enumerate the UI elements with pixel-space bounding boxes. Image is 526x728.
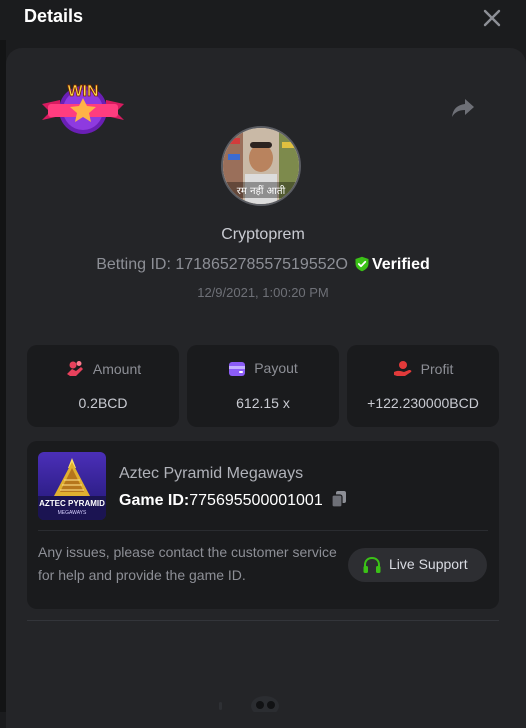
live-support-button[interactable]: Live Support	[348, 548, 487, 582]
betting-id[interactable]: Betting ID: 171865278557519552O	[96, 256, 348, 273]
verified-label: Verified	[371, 256, 430, 273]
live-support-label: Live Support	[389, 556, 468, 572]
win-badge-text: WIN	[67, 83, 98, 100]
page-title: Details	[24, 6, 84, 26]
hand-coin-icon	[393, 361, 412, 376]
section-divider	[27, 620, 499, 621]
profit-value: +122.230000BCD	[367, 395, 479, 411]
payout-card: Payout 612.15 x	[187, 345, 339, 427]
copy-button[interactable]	[331, 490, 347, 508]
game-thumbnail[interactable]: AZTEC PYRAMID MEGAWAYS	[38, 452, 106, 520]
payout-label: Payout	[254, 360, 298, 376]
share-icon	[452, 99, 474, 117]
card-divider	[38, 530, 488, 531]
game-name[interactable]: Aztec Pyramid Megaways	[119, 465, 303, 483]
game-id-value: 775695500001001	[189, 492, 323, 509]
amount-label: Amount	[92, 361, 142, 377]
profit-card: Profit +122.230000BCD	[347, 345, 499, 427]
share-button[interactable]	[450, 96, 476, 120]
avatar-caption: रम नहीं आती	[237, 185, 286, 197]
game-card: AZTEC PYRAMID MEGAWAYS Aztec Pyramid Meg…	[27, 441, 499, 609]
profit-label: Profit	[420, 361, 454, 377]
bet-datetime: 12/9/2021, 1:00:20 PM	[197, 285, 329, 300]
game-thumbnail-image: AZTEC PYRAMID MEGAWAYS	[38, 452, 106, 520]
details-header: Details	[0, 0, 526, 40]
win-badge-icon: WIN	[42, 83, 124, 134]
amount-card: Amount 0.2BCD	[27, 345, 179, 427]
payout-value: 612.15 x	[236, 395, 290, 411]
close-icon	[483, 9, 501, 27]
coins-hand-icon	[66, 361, 83, 376]
close-button[interactable]	[480, 6, 504, 30]
support-text: Any issues, please contact the customer …	[38, 544, 337, 583]
game-thumb-title: AZTEC PYRAMID	[39, 499, 105, 508]
game-id-row: Game ID:775695500001001	[119, 490, 347, 510]
amount-value: 0.2BCD	[78, 395, 128, 411]
avatar[interactable]: रम नहीं आती	[221, 126, 301, 206]
wallet-card-icon	[229, 362, 246, 376]
verified-shield-icon	[355, 256, 369, 272]
copy-icon	[331, 491, 346, 508]
betting-id-row: Betting ID: 171865278557519552O Verified	[0, 256, 526, 274]
mascot-icon	[219, 696, 279, 712]
avatar-image: रम नहीं आती	[223, 128, 299, 204]
player-name: Cryptoprem	[221, 226, 305, 243]
game-thumb-subtitle: MEGAWAYS	[58, 510, 87, 516]
game-id-label: Game ID:	[119, 492, 190, 509]
headset-icon	[363, 556, 381, 573]
